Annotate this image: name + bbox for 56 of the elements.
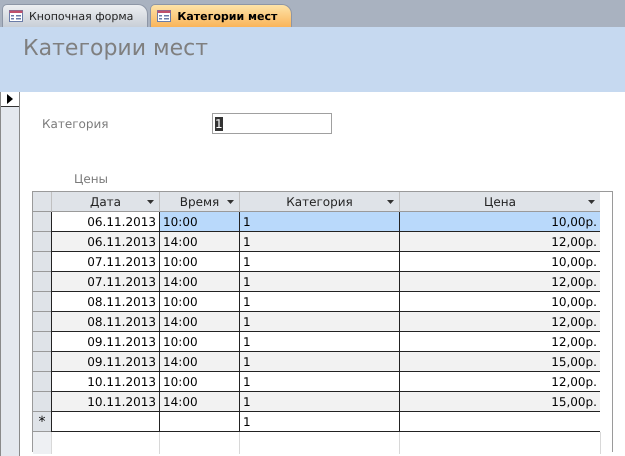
row-selector[interactable] [33,272,51,292]
table-cell: 07.11.2013 [51,272,159,292]
row-selector[interactable] [33,392,51,412]
form-icon [9,10,23,22]
tab[interactable]: Кнопочная форма [2,4,148,27]
dropdown-icon [588,200,595,204]
table-cell: 12,00р. [399,272,600,292]
column-header[interactable]: Цена [399,192,600,212]
field-label: Категория [42,116,110,130]
table-cell: 1 [239,392,399,412]
table-cell: 14:00 [159,232,239,252]
table-cell: 15,00р. [399,352,600,372]
table-cell: 14:00 [159,272,239,292]
dropdown-icon [147,200,154,204]
table-cell: 10.11.2013 [51,392,159,412]
column-header[interactable]: Дата [51,192,159,212]
category-field[interactable]: 1 [212,113,332,134]
row-selector[interactable] [33,252,51,272]
row-selector[interactable] [33,332,51,352]
table-cell: 09.11.2013 [51,352,159,372]
select-all-corner[interactable] [33,192,51,212]
dropdown-icon [227,200,234,204]
table-cell: 08.11.2013 [51,312,159,332]
table-cell: 10,00р. [399,212,600,232]
column-header[interactable]: Время [159,192,239,212]
row-selector[interactable] [33,312,51,332]
row-selector[interactable] [33,352,51,372]
form-icon [157,10,172,22]
new-record-marker: * [38,414,46,430]
row-selector[interactable] [33,292,51,312]
table-cell: 14:00 [159,352,239,372]
row-selector [33,432,51,454]
table-cell: 15,00р. [399,392,600,412]
row-selector[interactable] [33,372,51,392]
dropdown-icon [387,200,394,204]
table-cell: 06.11.2013 [51,232,159,252]
table-cell: 14:00 [159,312,239,332]
table-cell: 1 [239,352,399,372]
row-selector[interactable]: * [33,412,51,432]
table-cell: 1 [239,232,399,252]
table-cell: 06.11.2013 [51,212,159,232]
subform-label: Цены [74,172,110,186]
table-cell: 12,00р. [399,312,600,332]
column-header[interactable]: Категория [239,192,399,212]
table-cell: 12,00р. [399,232,600,252]
table-cell: 1 [239,412,399,432]
tab[interactable]: Категории мест [150,4,292,27]
row-selector[interactable] [33,212,51,232]
form-title: Категории мест [23,36,208,61]
table-cell: 10:00 [159,212,239,232]
table-cell: 14:00 [159,392,239,412]
row-selector[interactable] [33,232,51,252]
table-cell: 1 [239,312,399,332]
table-cell: 1 [239,212,399,232]
table-cell: 1 [239,272,399,292]
current-record-icon [7,94,13,104]
